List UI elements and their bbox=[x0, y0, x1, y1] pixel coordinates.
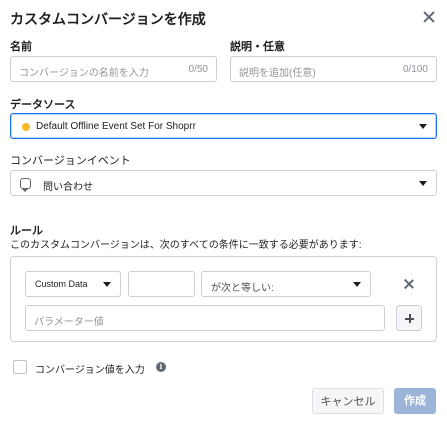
add-value-icon[interactable] bbox=[396, 305, 422, 331]
data-source-value: Default Offline Event Set For Shoprr bbox=[36, 121, 196, 132]
rule-field-select[interactable]: Custom Data bbox=[25, 271, 121, 297]
chevron-down-icon bbox=[419, 124, 427, 129]
rule-field-value: Custom Data bbox=[35, 279, 88, 289]
create-button[interactable]: 作成 bbox=[394, 388, 436, 414]
parameter-value-placeholder: パラメーター値 bbox=[34, 317, 104, 328]
data-source-select[interactable]: Default Offline Event Set For Shoprr bbox=[10, 113, 437, 139]
description-input[interactable]: 説明を追加(任意) 0/100 bbox=[230, 56, 437, 82]
cancel-button[interactable]: キャンセル bbox=[312, 388, 384, 414]
description-placeholder: 説明を追加(任意) bbox=[239, 68, 316, 79]
conversion-event-label: コンバージョンイベント bbox=[10, 155, 131, 167]
rule-key-input[interactable] bbox=[128, 271, 195, 297]
data-source-label: データソース bbox=[10, 99, 76, 111]
conversion-event-select[interactable]: 問い合わせ bbox=[10, 170, 437, 196]
rule-condition-box: Custom Data が次と等しい: パラメーター値 bbox=[10, 256, 437, 342]
rule-operator-value: が次と等しい: bbox=[211, 283, 274, 294]
name-placeholder: コンバージョンの名前を入力 bbox=[19, 68, 149, 79]
name-input[interactable]: コンバージョンの名前を入力 0/50 bbox=[10, 56, 217, 82]
remove-condition-icon[interactable] bbox=[396, 271, 422, 297]
name-label: 名前 bbox=[10, 41, 32, 53]
status-dot-icon bbox=[22, 123, 30, 131]
conversion-value-label: コンバージョン値を入力 bbox=[35, 365, 145, 376]
name-counter: 0/50 bbox=[188, 64, 208, 75]
info-icon[interactable]: i bbox=[156, 362, 166, 372]
close-icon[interactable] bbox=[421, 9, 437, 25]
chevron-down-icon bbox=[103, 282, 111, 287]
create-custom-conversion-dialog: カスタムコンバージョンを作成 名前 コンバージョンの名前を入力 0/50 説明・… bbox=[0, 0, 447, 422]
conversion-event-value: 問い合わせ bbox=[43, 182, 93, 193]
rule-operator-select[interactable]: が次と等しい: bbox=[201, 271, 371, 297]
chevron-down-icon bbox=[353, 282, 361, 287]
description-label: 説明・任意 bbox=[230, 41, 285, 53]
conversion-value-checkbox[interactable] bbox=[13, 360, 27, 374]
chevron-down-icon bbox=[419, 181, 427, 186]
description-counter: 0/100 bbox=[402, 64, 428, 75]
chat-bubble-icon bbox=[20, 178, 31, 192]
dialog-title: カスタムコンバージョンを作成 bbox=[10, 11, 206, 27]
rules-description: このカスタムコンバージョンは、次のすべての条件に一致する必要があります: bbox=[10, 240, 362, 251]
parameter-value-input[interactable]: パラメーター値 bbox=[25, 305, 385, 331]
